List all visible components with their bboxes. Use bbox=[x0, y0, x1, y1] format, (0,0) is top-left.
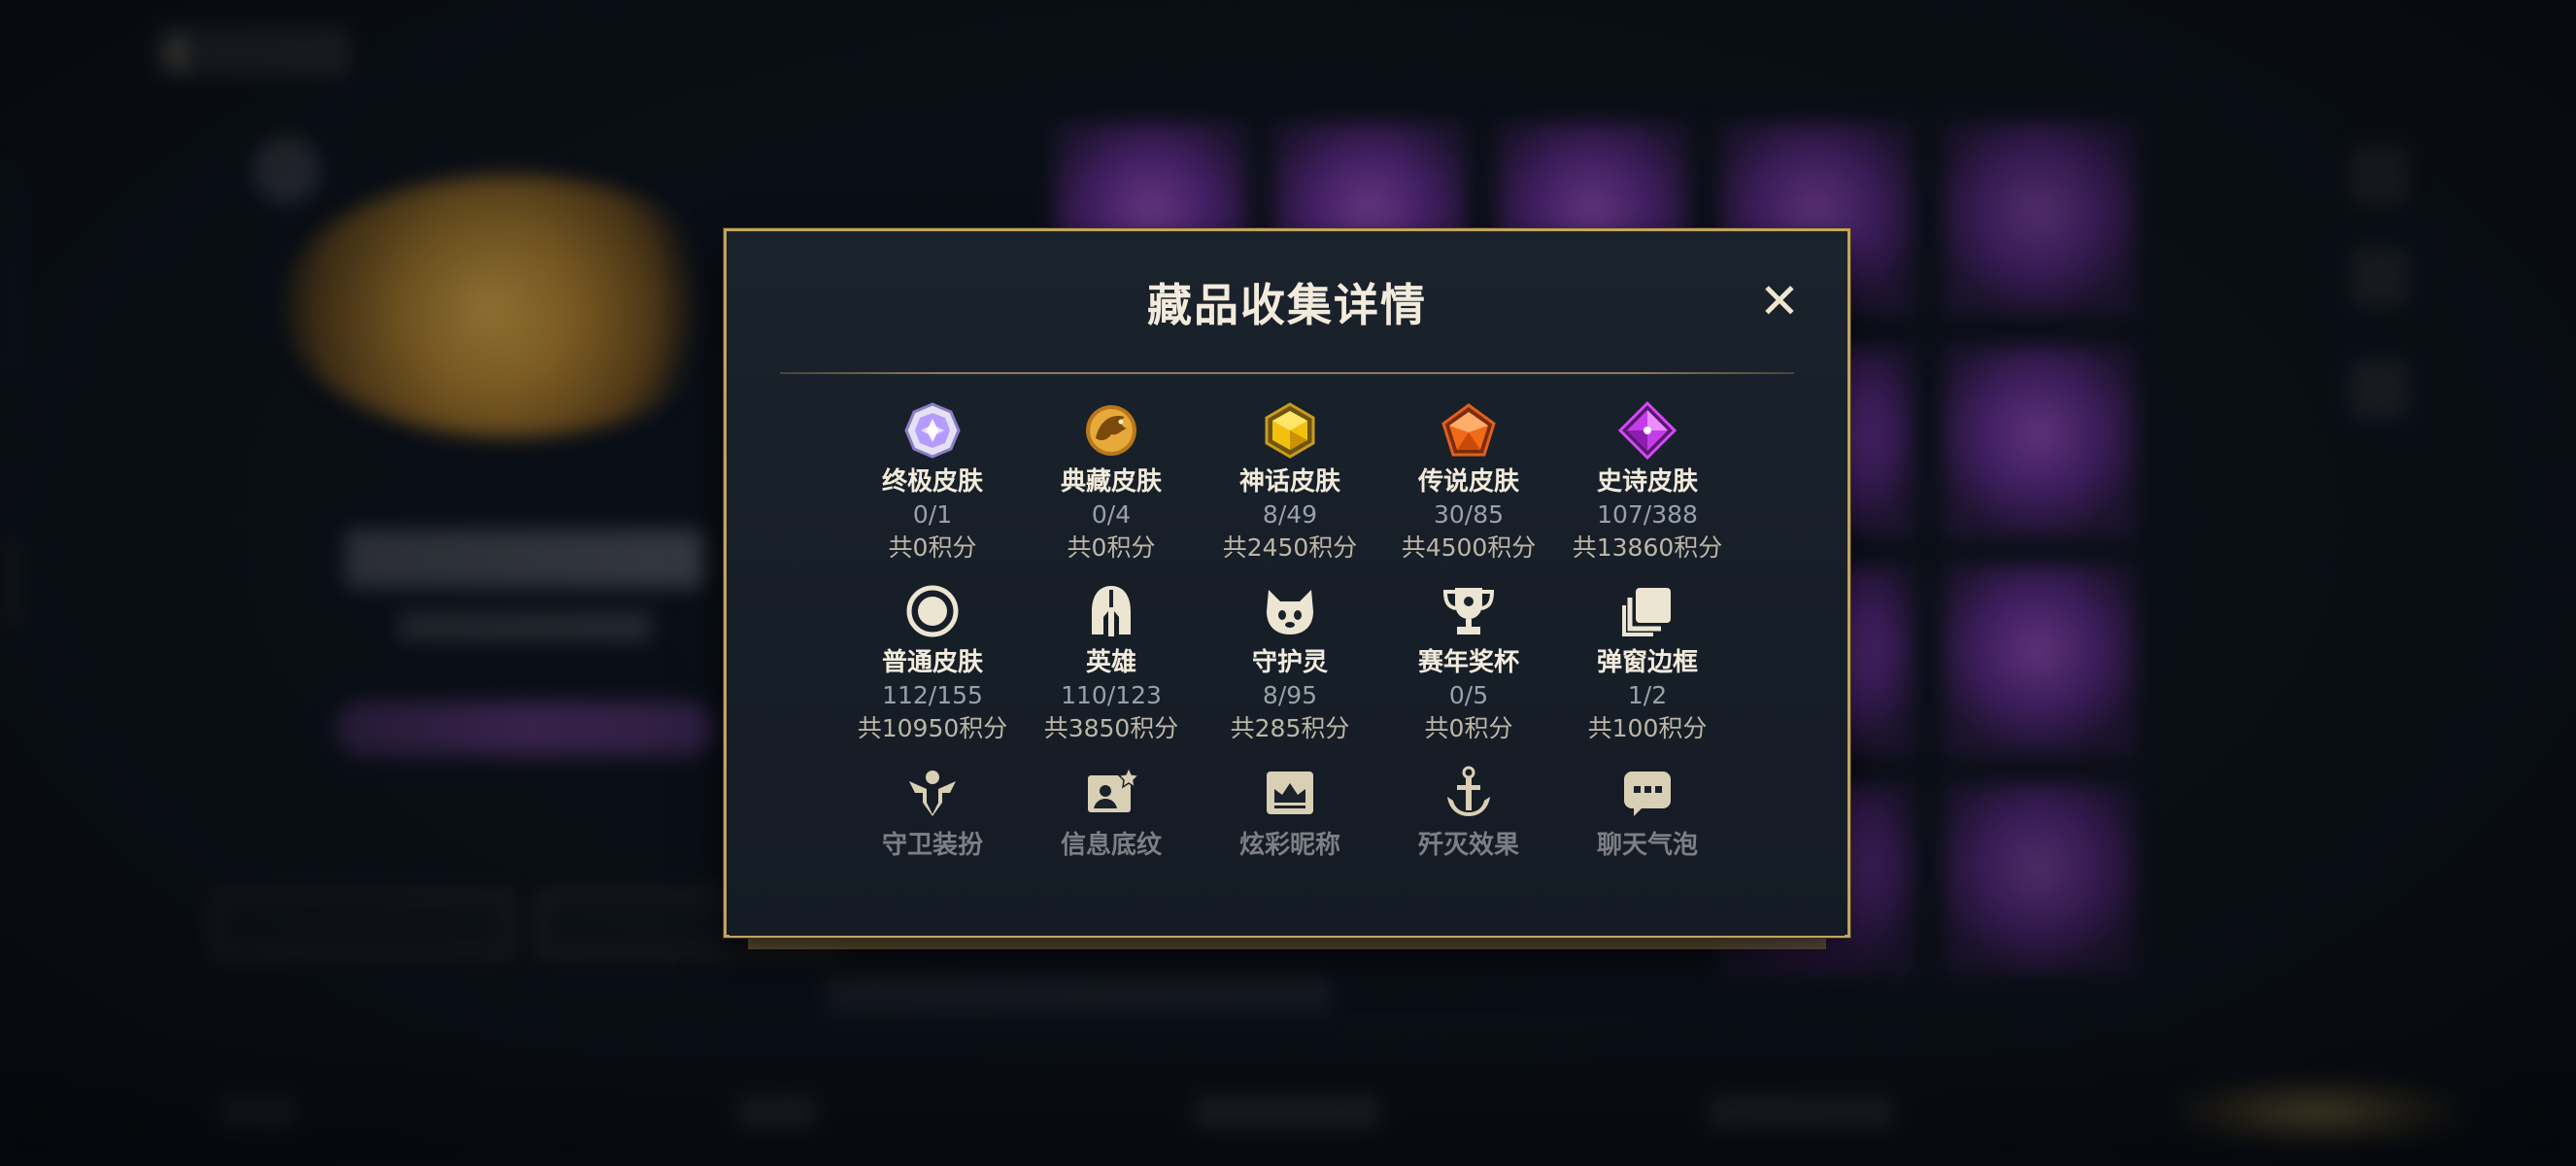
item-name: 普通皮肤 bbox=[881, 648, 983, 677]
collection-item-annihilation-effect[interactable]: 歼灭效果 bbox=[1379, 763, 1558, 926]
item-name: 信息底纹 bbox=[1060, 831, 1162, 860]
guardian-spirit-icon bbox=[1260, 582, 1320, 640]
item-count: 8/49 bbox=[1262, 500, 1318, 529]
mythic-skin-gem-icon bbox=[1260, 401, 1320, 460]
chat-bubble-icon bbox=[1617, 763, 1678, 823]
collection-item-legendary-skin[interactable]: 传说皮肤 30/85 共4500积分 bbox=[1379, 401, 1558, 565]
collection-item-hero[interactable]: 英雄 110/123 共3850积分 bbox=[1022, 582, 1201, 745]
item-name: 聊天气泡 bbox=[1596, 831, 1698, 860]
collection-item-collection-skin[interactable]: 典藏皮肤 0/4 共0积分 bbox=[1022, 401, 1201, 565]
ultimate-skin-gem-icon bbox=[902, 401, 963, 460]
item-name: 传说皮肤 bbox=[1417, 467, 1519, 497]
dialog-title: 藏品收集详情 bbox=[1147, 279, 1427, 331]
collection-item-guard-outfit[interactable]: 守卫装扮 bbox=[843, 763, 1022, 926]
colorful-nickname-icon bbox=[1260, 763, 1320, 823]
item-count: 30/85 bbox=[1433, 500, 1505, 529]
collection-item-ultimate-skin[interactable]: 终极皮肤 0/1 共0积分 bbox=[843, 401, 1022, 565]
item-points: 共4500积分 bbox=[1401, 533, 1537, 562]
close-icon: ✕ bbox=[1759, 273, 1800, 329]
item-name: 守护灵 bbox=[1251, 648, 1328, 677]
annihilation-effect-icon bbox=[1439, 763, 1499, 823]
item-points: 共0积分 bbox=[1067, 533, 1156, 562]
item-name: 守卫装扮 bbox=[881, 831, 983, 860]
item-name: 弹窗边框 bbox=[1596, 648, 1698, 677]
item-count: 0/4 bbox=[1091, 500, 1132, 529]
item-points: 共100积分 bbox=[1587, 714, 1708, 742]
hero-helmet-icon bbox=[1081, 582, 1141, 640]
item-points: 共0积分 bbox=[1424, 714, 1513, 742]
collection-item-normal-skin[interactable]: 普通皮肤 112/155 共10950积分 bbox=[843, 582, 1022, 745]
item-count: 1/2 bbox=[1627, 681, 1668, 709]
item-count: 0/1 bbox=[912, 500, 953, 529]
item-count: 8/95 bbox=[1262, 681, 1318, 709]
close-button[interactable]: ✕ bbox=[1752, 274, 1807, 328]
collection-item-colorful-nickname[interactable]: 炫彩昵称 bbox=[1201, 763, 1379, 926]
item-points: 共0积分 bbox=[888, 533, 977, 562]
collection-item-popup-frame[interactable]: 弹窗边框 1/2 共100积分 bbox=[1558, 582, 1737, 745]
collection-item-mythic-skin[interactable]: 神话皮肤 8/49 共2450积分 bbox=[1201, 401, 1379, 565]
item-count: 0/5 bbox=[1448, 681, 1489, 709]
item-name: 英雄 bbox=[1085, 648, 1136, 677]
item-count: 110/123 bbox=[1061, 681, 1162, 709]
item-name: 赛年奖杯 bbox=[1417, 648, 1519, 677]
guard-outfit-icon bbox=[902, 763, 963, 823]
item-name: 神话皮肤 bbox=[1238, 467, 1340, 497]
item-points: 共10950积分 bbox=[857, 714, 1008, 742]
item-count: 112/155 bbox=[882, 681, 983, 709]
collection-detail-dialog: 藏品收集详情 ✕ 终极皮肤 0/1 共0积分 典藏皮肤 0/4 共0积分 神话皮… bbox=[724, 228, 1850, 938]
collection-item-info-background[interactable]: 信息底纹 bbox=[1022, 763, 1201, 926]
collection-item-chat-bubble[interactable]: 聊天气泡 bbox=[1558, 763, 1737, 926]
item-name: 歼灭效果 bbox=[1417, 831, 1519, 860]
item-points: 共2450积分 bbox=[1222, 533, 1358, 562]
collection-grid: 终极皮肤 0/1 共0积分 典藏皮肤 0/4 共0积分 神话皮肤 8/49 共2… bbox=[843, 401, 1737, 926]
item-points: 共285积分 bbox=[1230, 714, 1350, 742]
collection-skin-dragon-icon bbox=[1081, 401, 1141, 460]
item-points: 共3850积分 bbox=[1043, 714, 1179, 742]
item-points: 共13860积分 bbox=[1572, 533, 1723, 562]
epic-skin-gem-icon bbox=[1617, 401, 1678, 460]
popup-frame-icon bbox=[1617, 582, 1678, 640]
collection-item-epic-skin[interactable]: 史诗皮肤 107/388 共13860积分 bbox=[1558, 401, 1737, 565]
collection-item-guardian-spirit[interactable]: 守护灵 8/95 共285积分 bbox=[1201, 582, 1379, 745]
info-background-icon bbox=[1081, 763, 1141, 823]
item-name: 史诗皮肤 bbox=[1596, 467, 1698, 497]
legendary-skin-gem-icon bbox=[1439, 401, 1499, 460]
item-name: 终极皮肤 bbox=[881, 467, 983, 497]
item-name: 炫彩昵称 bbox=[1238, 831, 1340, 860]
item-count: 107/388 bbox=[1597, 500, 1698, 529]
normal-skin-circle-icon bbox=[902, 582, 963, 640]
title-divider bbox=[780, 372, 1794, 374]
collection-item-season-trophy[interactable]: 赛年奖杯 0/5 共0积分 bbox=[1379, 582, 1558, 745]
item-name: 典藏皮肤 bbox=[1060, 467, 1162, 497]
season-trophy-icon bbox=[1439, 582, 1499, 640]
modal-bottom-trim bbox=[748, 938, 1826, 949]
